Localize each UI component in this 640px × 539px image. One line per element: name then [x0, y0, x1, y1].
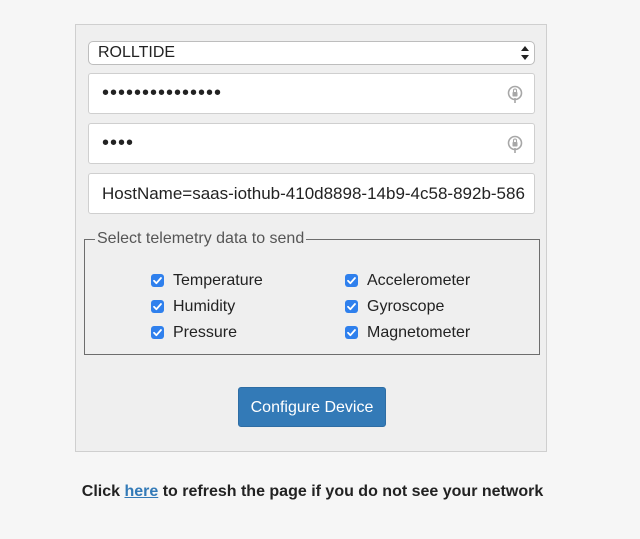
telemetry-option-gyroscope[interactable]: Gyroscope [345, 297, 444, 317]
telemetry-option-label: Temperature [173, 272, 263, 289]
config-panel: ROLLTIDE ••••••••••••••• •••• HostName=s… [75, 24, 547, 452]
password-key-icon[interactable] [507, 85, 523, 103]
refresh-hint-prefix: Click [81, 483, 121, 500]
telemetry-option-label: Humidity [173, 298, 236, 315]
connection-string-value: HostName=saas-iothub-410d8898-14b9-4c58-… [102, 184, 525, 203]
telemetry-fieldset: Select telemetry data to send Temperatur… [84, 230, 540, 355]
refresh-link[interactable]: here [124, 483, 158, 500]
telemetry-option-magnetometer[interactable]: Magnetometer [345, 323, 470, 343]
connection-string-field[interactable]: HostName=saas-iothub-410d8898-14b9-4c58-… [88, 173, 535, 214]
configure-device-button[interactable]: Configure Device [238, 387, 386, 427]
device-password-field[interactable]: •••• [88, 123, 535, 164]
telemetry-option-humidity[interactable]: Humidity [151, 297, 235, 317]
refresh-hint-suffix: to refresh the page if you do not see yo… [162, 483, 544, 500]
checkbox-checked-icon[interactable] [151, 326, 164, 339]
checkbox-checked-icon[interactable] [345, 300, 358, 313]
wifi-password-value: ••••••••••••••• [102, 82, 223, 104]
network-select-value: ROLLTIDE [98, 44, 176, 61]
telemetry-option-label: Pressure [173, 324, 238, 341]
telemetry-option-temperature[interactable]: Temperature [151, 271, 263, 291]
checkbox-checked-icon[interactable] [345, 274, 358, 287]
password-key-icon[interactable] [507, 135, 523, 153]
network-select[interactable]: ROLLTIDE [88, 41, 535, 65]
select-arrows-icon [521, 46, 529, 60]
checkbox-checked-icon[interactable] [151, 300, 164, 313]
telemetry-option-label: Accelerometer [367, 272, 471, 289]
checkbox-checked-icon[interactable] [345, 326, 358, 339]
telemetry-option-pressure[interactable]: Pressure [151, 323, 237, 343]
telemetry-option-label: Magnetometer [367, 324, 471, 341]
wifi-password-field[interactable]: ••••••••••••••• [88, 73, 535, 114]
telemetry-option-accelerometer[interactable]: Accelerometer [345, 271, 470, 291]
telemetry-option-label: Gyroscope [367, 298, 445, 315]
refresh-hint: Click here to refresh the page if you do… [0, 483, 625, 501]
checkbox-checked-icon[interactable] [151, 274, 164, 287]
telemetry-legend: Select telemetry data to send [97, 230, 305, 247]
device-password-value: •••• [102, 132, 135, 154]
